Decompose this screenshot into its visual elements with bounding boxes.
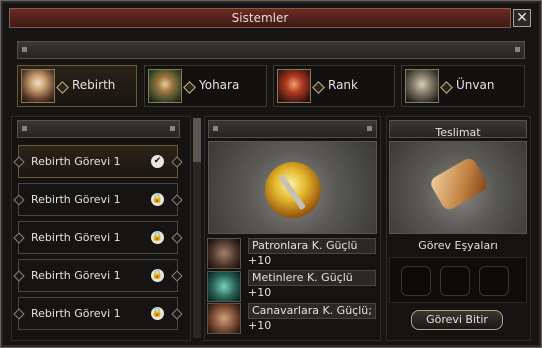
boss-portrait-icon <box>207 238 241 269</box>
quest-detail-header <box>208 120 377 138</box>
delivery-header: Teslimat <box>389 120 527 139</box>
lock-icon: 🔒 <box>151 307 164 320</box>
quest-label: Rebirth Görevi 1 <box>31 231 121 244</box>
title-bar[interactable]: Sistemler <box>9 8 511 28</box>
quest-list-scrollbar[interactable] <box>193 118 201 338</box>
reward-name: Canavarlara K. Güçlü; <box>248 303 376 319</box>
reward-row: Metinlere K. Güçlü +10 <box>244 269 376 300</box>
lock-icon: 🔒 <box>151 269 164 282</box>
tab-label: Rank <box>328 78 358 92</box>
lock-icon: 🔒 <box>151 193 164 206</box>
tab-label: Ünvan <box>456 78 495 92</box>
reward-value: +10 <box>248 254 272 267</box>
finish-quest-button[interactable]: Görevi Bitir <box>411 310 503 330</box>
quest-item[interactable]: Rebirth Görevi 1 ✔ <box>13 145 183 178</box>
reward-value: +10 <box>248 319 272 332</box>
tab-rank[interactable]: Rank <box>273 65 395 107</box>
tab-label: Rebirth <box>72 78 116 92</box>
yohara-portrait-icon <box>148 69 182 103</box>
quest-label: Rebirth Görevi 1 <box>31 307 121 320</box>
lock-icon: 🔒 <box>151 231 164 244</box>
tab-unvan[interactable]: Ünvan <box>401 65 525 107</box>
quest-item[interactable]: Rebirth Görevi 1 🔒 <box>13 259 183 292</box>
tab-diamond-icon <box>56 81 69 94</box>
quest-label: Rebirth Görevi 1 <box>31 155 121 168</box>
item-slot[interactable] <box>401 266 431 296</box>
check-icon: ✔ <box>151 155 164 168</box>
reward-name: Metinlere K. Güçlü <box>248 270 376 286</box>
quest-item[interactable]: Rebirth Görevi 1 🔒 <box>13 221 183 254</box>
rebirth-portrait-icon <box>21 69 55 103</box>
unvan-portrait-icon <box>405 69 439 103</box>
top-header-bar <box>17 41 525 59</box>
systems-window: Sistemler ✕ Rebirth Yohara Rank Ünvan Re… <box>0 0 542 348</box>
item-slot[interactable] <box>479 266 509 296</box>
quest-reward-image <box>208 141 377 234</box>
quest-label: Rebirth Görevi 1 <box>31 193 121 206</box>
monster-portrait-icon <box>207 303 241 334</box>
metin-stone-icon <box>207 271 241 302</box>
reward-value: +10 <box>248 286 272 299</box>
reward-row: Canavarlara K. Güçlü; +10 <box>244 302 376 333</box>
delivery-title: Teslimat <box>435 126 481 139</box>
quest-label: Rebirth Görevi 1 <box>31 269 121 282</box>
reward-name: Patronlara K. Güçlü <box>248 238 376 254</box>
close-button[interactable]: ✕ <box>513 9 531 27</box>
quest-list-header <box>17 120 180 138</box>
quest-item[interactable]: Rebirth Görevi 1 🔒 <box>13 297 183 330</box>
window-title: Sistemler <box>231 11 289 25</box>
tab-rebirth[interactable]: Rebirth <box>17 65 137 107</box>
tab-diamond-icon <box>440 81 453 94</box>
scroll-parchment-icon <box>428 155 490 213</box>
tab-label: Yohara <box>199 78 240 92</box>
item-slot[interactable] <box>440 266 470 296</box>
rank-portrait-icon <box>277 69 311 103</box>
tab-diamond-icon <box>183 81 196 94</box>
scrollbar-thumb[interactable] <box>193 118 201 162</box>
tab-yohara[interactable]: Yohara <box>144 65 267 107</box>
reward-row: Patronlara K. Güçlü +10 <box>244 237 376 268</box>
quest-items-label: Görev Eşyaları <box>418 239 498 252</box>
quest-item[interactable]: Rebirth Görevi 1 🔒 <box>13 183 183 216</box>
delivery-item-image <box>389 141 527 234</box>
tab-diamond-icon <box>312 81 325 94</box>
